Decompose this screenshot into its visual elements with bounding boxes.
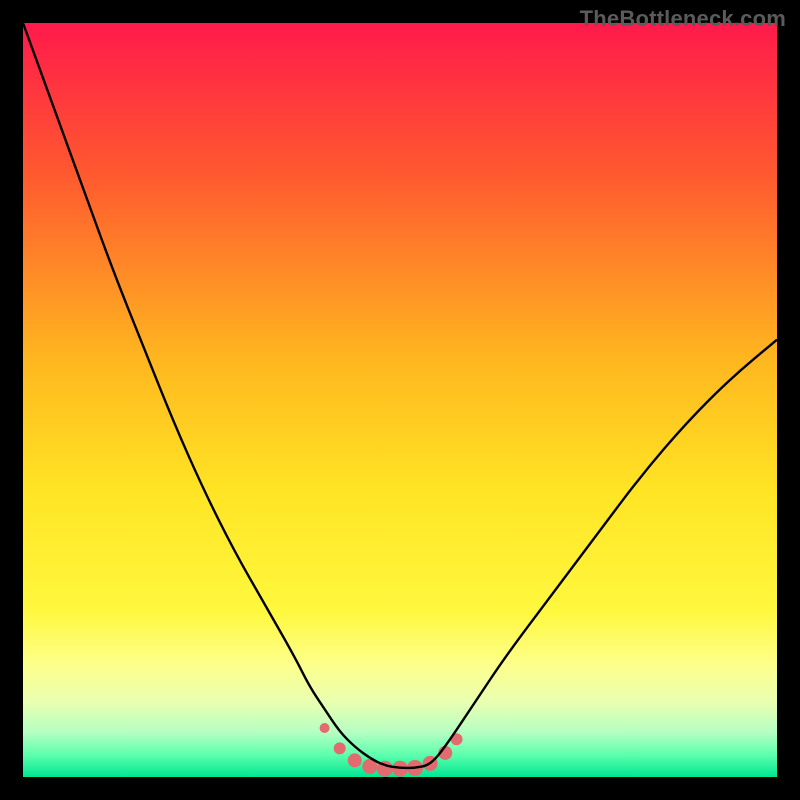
watermark-text: TheBottleneck.com: [580, 6, 786, 32]
chart-svg: [23, 23, 777, 777]
gradient-background: [23, 23, 777, 777]
marker-dot: [348, 753, 362, 767]
marker-dot: [320, 723, 330, 733]
chart-frame: TheBottleneck.com: [0, 0, 800, 800]
plot-area: [23, 23, 777, 777]
marker-dot: [334, 742, 346, 754]
